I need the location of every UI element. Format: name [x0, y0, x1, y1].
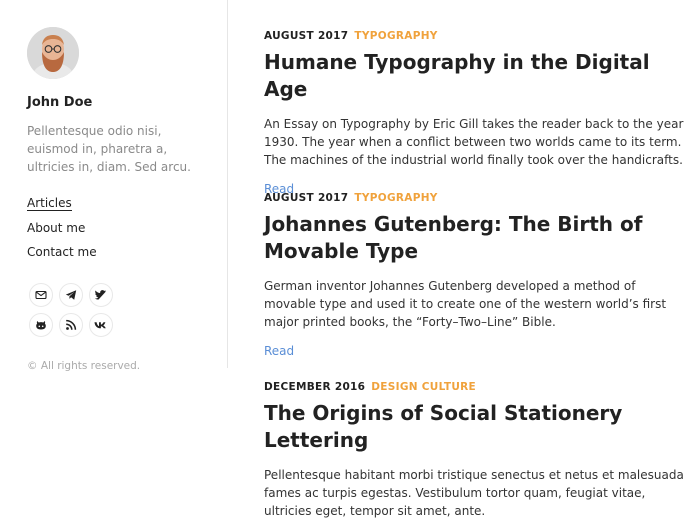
telegram-link[interactable]: [59, 283, 83, 307]
github-link[interactable]: [29, 313, 53, 337]
post-excerpt: German inventor Johannes Gutenberg devel…: [264, 279, 667, 329]
post-title[interactable]: Johannes Gutenberg: The Birth of Movable…: [264, 211, 684, 265]
author-name: John Doe: [27, 95, 93, 110]
menu-item-label: Articles: [27, 196, 72, 211]
telegram-icon: [65, 290, 77, 300]
post: AUGUST 2017 TYPOGRAPHY Humane Typography …: [264, 29, 684, 196]
sidebar: John Doe Pellentesque odio nisi, euismod…: [0, 0, 228, 372]
post-title[interactable]: The Origins of Social Stationery Letteri…: [264, 400, 684, 454]
post: AUGUST 2017 TYPOGRAPHY Johannes Gutenberg…: [264, 191, 684, 358]
post-date: DECEMBER 2016: [264, 381, 366, 393]
email-icon: [35, 290, 47, 300]
post: DECEMBER 2016 DESIGN CULTURE The Origins …: [264, 380, 684, 520]
avatar-image: [27, 27, 79, 79]
post-meta: DECEMBER 2016 DESIGN CULTURE: [264, 380, 684, 394]
vk-link[interactable]: [89, 313, 113, 337]
post-excerpt: Pellentesque habitant morbi tristique se…: [264, 468, 684, 518]
menu-item-articles[interactable]: Articles: [27, 195, 97, 220]
main-menu: Articles About me Contact me: [27, 195, 97, 269]
avatar[interactable]: [27, 27, 79, 79]
read-link[interactable]: Read: [264, 344, 684, 358]
post-title[interactable]: Humane Typography in the Digital Age: [264, 49, 684, 103]
rss-icon: [66, 319, 77, 330]
menu-item-contact[interactable]: Contact me: [27, 244, 97, 269]
vk-icon: [94, 322, 106, 329]
post-meta: AUGUST 2017 TYPOGRAPHY: [264, 29, 684, 43]
rss-link[interactable]: [59, 313, 83, 337]
post-category[interactable]: TYPOGRAPHY: [354, 30, 437, 42]
email-link[interactable]: [29, 283, 53, 307]
twitter-link[interactable]: [89, 283, 113, 307]
copyright: © All rights reserved.: [27, 360, 141, 372]
github-icon: [36, 321, 46, 330]
post-date: AUGUST 2017: [264, 30, 349, 42]
menu-item-about[interactable]: About me: [27, 220, 97, 245]
post-meta: AUGUST 2017 TYPOGRAPHY: [264, 191, 684, 205]
menu-item-label: About me: [27, 220, 86, 235]
post-excerpt: An Essay on Typography by Eric Gill take…: [264, 117, 684, 167]
post-date: AUGUST 2017: [264, 192, 349, 204]
author-bio: Pellentesque odio nisi, euismod in, phar…: [27, 124, 191, 174]
post-category[interactable]: DESIGN CULTURE: [371, 381, 476, 393]
post-category[interactable]: TYPOGRAPHY: [354, 192, 437, 204]
menu-item-label: Contact me: [27, 245, 97, 259]
twitter-icon: [95, 290, 107, 300]
